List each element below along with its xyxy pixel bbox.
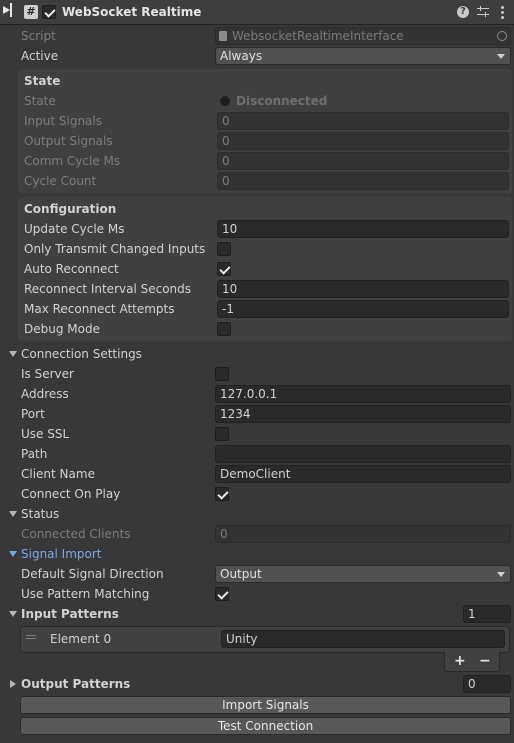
use-ssl-checkbox[interactable] (215, 427, 229, 441)
client-name-field[interactable]: DemoClient (215, 465, 511, 483)
debug-mode-checkbox[interactable] (217, 322, 231, 336)
check-icon (217, 588, 229, 600)
state-label: State (24, 94, 56, 108)
input-signals-label: Input Signals (24, 114, 102, 128)
default-direction-dropdown[interactable]: Output (215, 565, 511, 583)
address-label: Address (21, 387, 69, 401)
remove-element-button[interactable]: − (479, 653, 491, 669)
active-dropdown[interactable]: Always (215, 47, 511, 65)
output-signals-field: 0 (217, 132, 509, 150)
script-label: Script (21, 29, 56, 43)
cursor-icon (10, 3, 12, 17)
path-label: Path (21, 447, 48, 461)
input-patterns-foldout[interactable]: Input Patterns (21, 606, 119, 622)
is-server-checkbox[interactable] (215, 367, 229, 381)
use-ssl-label: Use SSL (21, 427, 70, 441)
cycle-count-field: 0 (217, 172, 509, 190)
comm-cycle-field: 0 (217, 152, 509, 170)
signal-import-foldout[interactable]: Signal Import (21, 546, 102, 562)
configuration-heading: Configuration (24, 202, 117, 216)
foldout-collapsed-icon[interactable] (10, 680, 16, 688)
help-icon[interactable]: ? (457, 6, 469, 18)
element-value-field[interactable]: Unity (221, 630, 505, 648)
debug-mode-label: Debug Mode (24, 322, 100, 336)
is-server-label: Is Server (21, 367, 74, 381)
component-enabled-checkbox[interactable] (42, 5, 56, 19)
max-attempts-field[interactable]: -1 (217, 300, 509, 318)
comm-cycle-label: Comm Cycle Ms (24, 154, 121, 168)
presets-icon[interactable] (477, 5, 489, 19)
active-label: Active (21, 49, 59, 63)
state-heading: State (24, 74, 61, 88)
list-footer (444, 652, 500, 672)
reconnect-interval-label: Reconnect Interval Seconds (24, 282, 192, 296)
client-name-label: Client Name (21, 467, 95, 481)
script-field: WebsocketRealtimeInterface (215, 27, 511, 45)
check-icon (44, 6, 56, 18)
foldout-expanded-icon[interactable] (9, 351, 17, 357)
connected-clients-label: Connected Clients (21, 527, 131, 541)
reconnect-interval-field[interactable]: 10 (217, 280, 509, 298)
script-hash-icon: # (24, 5, 38, 19)
auto-reconnect-label: Auto Reconnect (24, 262, 119, 276)
path-field[interactable] (215, 445, 511, 463)
use-pattern-checkbox[interactable] (215, 587, 229, 601)
check-icon (219, 263, 231, 275)
input-signals-field: 0 (217, 112, 509, 130)
output-signals-label: Output Signals (24, 134, 113, 148)
element-label: Element 0 (50, 632, 112, 646)
connection-settings-foldout[interactable]: Connection Settings (21, 346, 142, 362)
active-value: Always (220, 49, 263, 63)
script-value: WebsocketRealtimeInterface (232, 29, 404, 43)
chevron-down-icon (497, 54, 505, 59)
fold-arrow-icon[interactable] (3, 6, 10, 14)
check-icon (217, 488, 229, 500)
status-foldout[interactable]: Status (21, 506, 59, 522)
drag-handle-icon[interactable] (26, 635, 36, 640)
foldout-expanded-icon[interactable] (9, 551, 17, 557)
add-element-button[interactable]: + (454, 653, 466, 669)
only-transmit-checkbox[interactable] (217, 242, 231, 256)
chevron-down-icon (497, 572, 505, 577)
kebab-menu-icon[interactable] (501, 5, 504, 19)
connect-on-play-checkbox[interactable] (215, 487, 229, 501)
foldout-expanded-icon[interactable] (9, 511, 17, 517)
update-cycle-label: Update Cycle Ms (24, 222, 125, 236)
script-file-icon (219, 31, 227, 41)
state-value: Disconnected (236, 94, 328, 108)
only-transmit-label: Only Transmit Changed Inputs (24, 242, 206, 256)
input-patterns-size-field[interactable]: 1 (463, 605, 511, 623)
port-label: Port (21, 407, 45, 421)
test-connection-button[interactable]: Test Connection (20, 717, 511, 735)
import-signals-button[interactable]: Import Signals (20, 696, 511, 714)
default-direction-label: Default Signal Direction (21, 567, 164, 581)
use-pattern-label: Use Pattern Matching (21, 587, 150, 601)
connect-on-play-label: Connect On Play (21, 487, 121, 501)
address-field[interactable]: 127.0.0.1 (215, 385, 511, 403)
max-attempts-label: Max Reconnect Attempts (24, 302, 175, 316)
output-patterns-size-field[interactable]: 0 (463, 675, 511, 693)
component-title: WebSocket Realtime (62, 5, 202, 19)
port-field[interactable]: 1234 (215, 405, 511, 423)
status-dot-icon (220, 96, 230, 106)
object-picker-icon[interactable] (497, 31, 507, 41)
default-direction-value: Output (220, 567, 262, 581)
output-patterns-foldout[interactable]: Output Patterns (21, 676, 130, 692)
update-cycle-field[interactable]: 10 (217, 220, 509, 238)
foldout-expanded-icon[interactable] (9, 611, 17, 617)
cycle-count-label: Cycle Count (24, 174, 97, 188)
connected-clients-field: 0 (215, 525, 511, 543)
auto-reconnect-checkbox[interactable] (217, 262, 231, 276)
